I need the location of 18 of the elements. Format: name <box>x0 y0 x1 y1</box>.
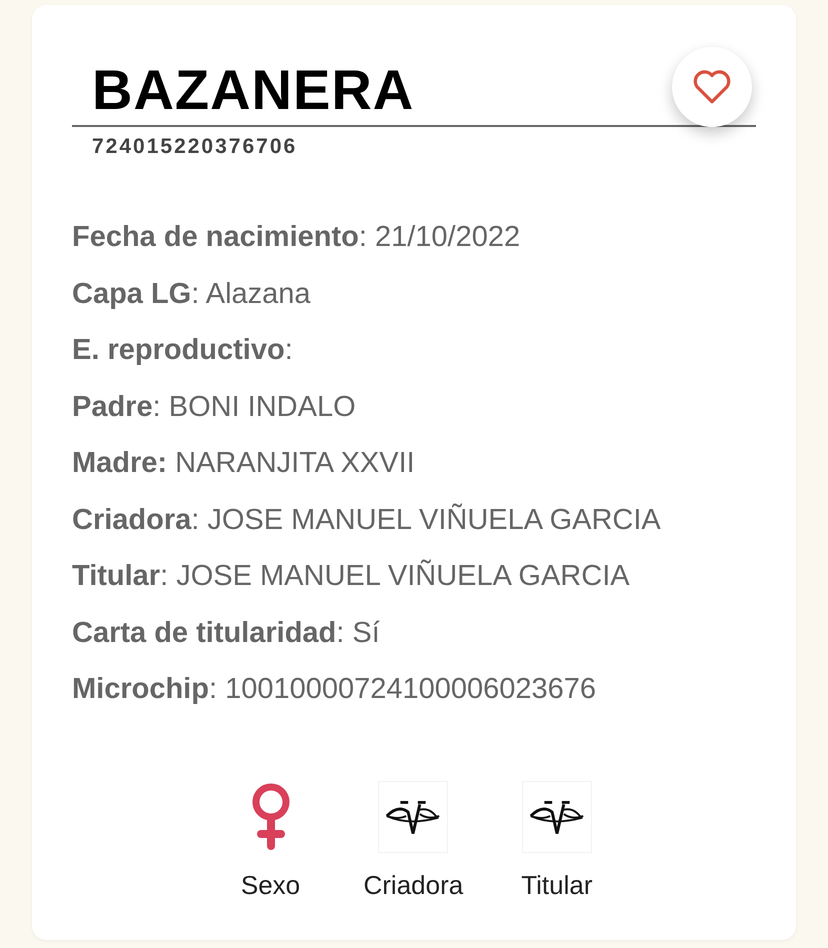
detail-line: Titular: JOSE MANUEL VIÑUELA GARCIA <box>72 558 631 594</box>
registration-number: 724015220376706 <box>92 135 298 159</box>
heart-icon <box>692 69 732 105</box>
bull-head-logo-icon <box>522 780 592 852</box>
female-symbol-icon <box>250 782 290 852</box>
detail-line: Microchip: 10010000724100006023676 <box>72 672 598 707</box>
badge-label: Criadora <box>364 870 464 900</box>
bull-head-logo-icon <box>378 780 448 852</box>
detail-line: Carta de titularidad: Sí <box>72 616 381 650</box>
detail-line: Fecha de nacimiento: 21/10/2022 <box>72 220 522 255</box>
detail-line: Padre: BONI INDALO <box>72 390 357 424</box>
badge-label: Sexo <box>240 870 300 900</box>
detail-line: Capa LG: Alazana <box>72 276 312 312</box>
badge-label: Titular <box>521 870 592 900</box>
detail-line: Madre: NARANJITA XXVII <box>72 446 416 481</box>
detail-line: Criadora: JOSE MANUEL VIÑUELA GARCIA <box>72 502 662 538</box>
animal-name: BAZANERA <box>92 56 414 122</box>
detail-line: E. reproductivo: <box>72 333 294 368</box>
